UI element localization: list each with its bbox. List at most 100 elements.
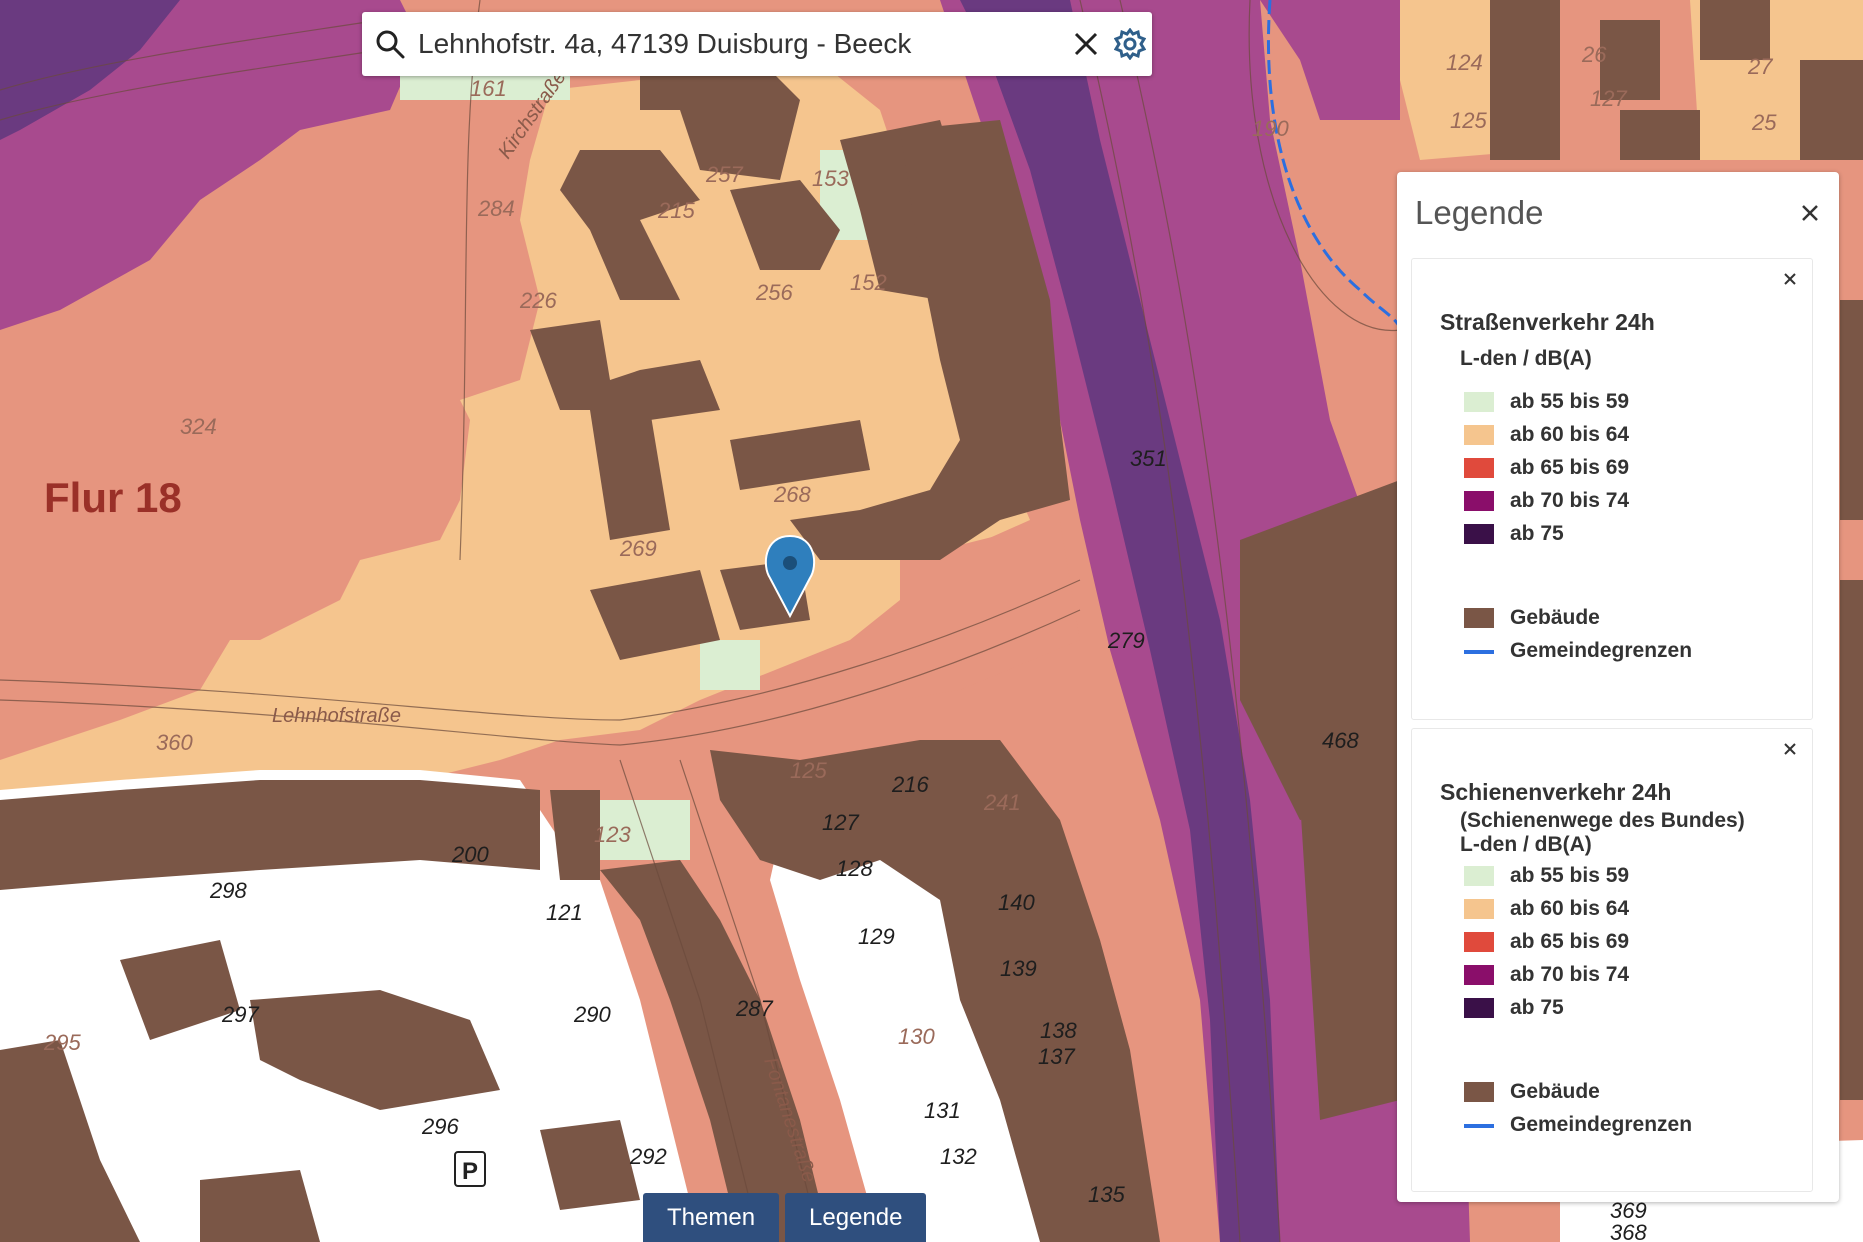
- building: [1840, 580, 1863, 1100]
- legend-section-subtitle: L-den / dB(A): [1460, 347, 1592, 370]
- themen-button[interactable]: Themen: [643, 1193, 780, 1242]
- legend-swatch: [1464, 1124, 1494, 1128]
- legend-section-title: Schienenverkehr 24h: [1440, 779, 1672, 805]
- parcel-number: 135: [1088, 1182, 1125, 1207]
- legend-section-schienenverkehr: Schienenverkehr 24h (Schienenwege des Bu…: [1411, 728, 1813, 1192]
- legend-entry-label: ab 60 bis 64: [1510, 897, 1630, 920]
- bottom-toolbar: Themen Legende: [643, 1193, 927, 1242]
- search-icon[interactable]: [362, 12, 418, 76]
- parcel-number: 139: [1000, 956, 1037, 981]
- legend-entry: ab 75: [1464, 521, 1564, 547]
- legend-swatch: [1464, 932, 1494, 952]
- parcel-number: 241: [983, 790, 1021, 815]
- parcel-number: 26: [1581, 42, 1607, 67]
- parcel-number: 200: [451, 842, 489, 867]
- legende-button[interactable]: Legende: [785, 1193, 927, 1242]
- legend-header: Legende: [1397, 172, 1839, 254]
- legend-entry: Gemeindegrenzen: [1464, 638, 1692, 664]
- legend-swatch: [1464, 965, 1494, 985]
- close-icon[interactable]: [1780, 269, 1800, 289]
- parcel-number: 125: [790, 758, 827, 783]
- legend-swatch: [1464, 524, 1494, 544]
- parcel-number: 284: [477, 196, 515, 221]
- building: [1800, 60, 1863, 160]
- legend-swatch: [1464, 608, 1494, 628]
- parcel-number: 137: [1038, 1044, 1075, 1069]
- legend-panel: Legende Straßenverkehr 24h L-den / dB(A)…: [1397, 172, 1839, 1202]
- legend-entry-label: ab 70 bis 74: [1510, 963, 1630, 986]
- parcel-number: 360: [156, 730, 193, 755]
- parcel-number: 125: [1450, 108, 1487, 133]
- legend-entry-label: ab 60 bis 64: [1510, 423, 1630, 446]
- parcel-number: 351: [1130, 446, 1167, 471]
- legend-entry: ab 65 bis 69: [1464, 455, 1629, 481]
- parking-symbol: P: [462, 1158, 478, 1185]
- parcel-number: 131: [924, 1098, 961, 1123]
- legend-section-subtitle: (Schienenwege des Bundes): [1460, 809, 1745, 832]
- gear-icon[interactable]: [1108, 12, 1152, 76]
- legend-entry: ab 60 bis 64: [1464, 422, 1629, 448]
- parcel-number: 298: [209, 878, 247, 903]
- legend-swatch: [1464, 425, 1494, 445]
- parcel-number: 153: [812, 166, 849, 191]
- legend-entry-label: Gemeindegrenzen: [1510, 639, 1693, 662]
- legend-entry: ab 65 bis 69: [1464, 929, 1629, 955]
- building: [1700, 0, 1770, 60]
- parcel-number: 161: [470, 76, 507, 101]
- legend-entry-label: ab 75: [1510, 996, 1564, 1019]
- legend-section-strassenverkehr: Straßenverkehr 24h L-den / dB(A) ab 55 b…: [1411, 258, 1813, 720]
- parcel-number: 296: [421, 1114, 459, 1139]
- close-icon[interactable]: [1793, 196, 1827, 230]
- parcel-number: 27: [1747, 54, 1773, 79]
- legend-entry-label: ab 55 bis 59: [1510, 864, 1630, 887]
- close-icon[interactable]: [1780, 739, 1800, 759]
- parcel-number: 215: [657, 198, 695, 223]
- parcel-number: 190: [1252, 116, 1289, 141]
- legend-swatch: [1464, 392, 1494, 412]
- parcel-number: 216: [891, 772, 929, 797]
- parcel-number: 127: [822, 810, 859, 835]
- parcel-number: 128: [836, 856, 873, 881]
- close-icon[interactable]: [1064, 12, 1108, 76]
- legend-entry: ab 75: [1464, 995, 1564, 1021]
- parcel-number: 25: [1751, 110, 1777, 135]
- search-input[interactable]: [418, 28, 1064, 60]
- parcel-number: 130: [898, 1024, 935, 1049]
- parcel-number: 290: [573, 1002, 611, 1027]
- legend-entry-label: ab 55 bis 59: [1510, 390, 1630, 413]
- legend-entry-label: Gemeindegrenzen: [1510, 1113, 1693, 1136]
- parcel-number: 124: [1446, 50, 1483, 75]
- legend-entry: ab 70 bis 74: [1464, 488, 1629, 514]
- parcel-number: 121: [546, 900, 583, 925]
- parcel-number: 138: [1040, 1018, 1077, 1043]
- parcel-number: 295: [43, 1030, 81, 1055]
- legend-entry: Gemeindegrenzen: [1464, 1112, 1692, 1138]
- legend-swatch: [1464, 491, 1494, 511]
- parcel-number: 127: [1590, 86, 1627, 111]
- parcel-number: 368: [1610, 1220, 1647, 1242]
- parcel-number: 324: [180, 414, 217, 439]
- legend-entry-label: ab 70 bis 74: [1510, 489, 1630, 512]
- legend-entry-label: ab 65 bis 69: [1510, 930, 1630, 953]
- legend-swatch: [1464, 866, 1494, 886]
- legend-section-subtitle: L-den / dB(A): [1460, 833, 1592, 856]
- parcel-number: 123: [594, 822, 631, 847]
- legend-section-title: Straßenverkehr 24h: [1440, 309, 1655, 335]
- building: [200, 1170, 320, 1242]
- parcel-number: 140: [998, 890, 1035, 915]
- legend-swatch: [1464, 458, 1494, 478]
- parcel-number: 129: [858, 924, 895, 949]
- parcel-number: 297: [221, 1002, 259, 1027]
- flur-label: Flur 18: [44, 474, 182, 521]
- legend-title: Legende: [1415, 194, 1544, 231]
- legend-entry-label: Gebäude: [1510, 606, 1600, 629]
- parcel-number: 268: [773, 482, 811, 507]
- parcel-number: 279: [1107, 628, 1145, 653]
- legend-entry: ab 55 bis 59: [1464, 389, 1629, 415]
- parcel-number: 292: [629, 1144, 667, 1169]
- legend-entry: ab 60 bis 64: [1464, 896, 1629, 922]
- street-label-lehnhofstrasse: Lehnhofstraße: [272, 705, 401, 727]
- legend-entry: ab 55 bis 59: [1464, 863, 1629, 889]
- legend-entry-label: ab 75: [1510, 522, 1564, 545]
- address-search-bar: [362, 12, 1152, 76]
